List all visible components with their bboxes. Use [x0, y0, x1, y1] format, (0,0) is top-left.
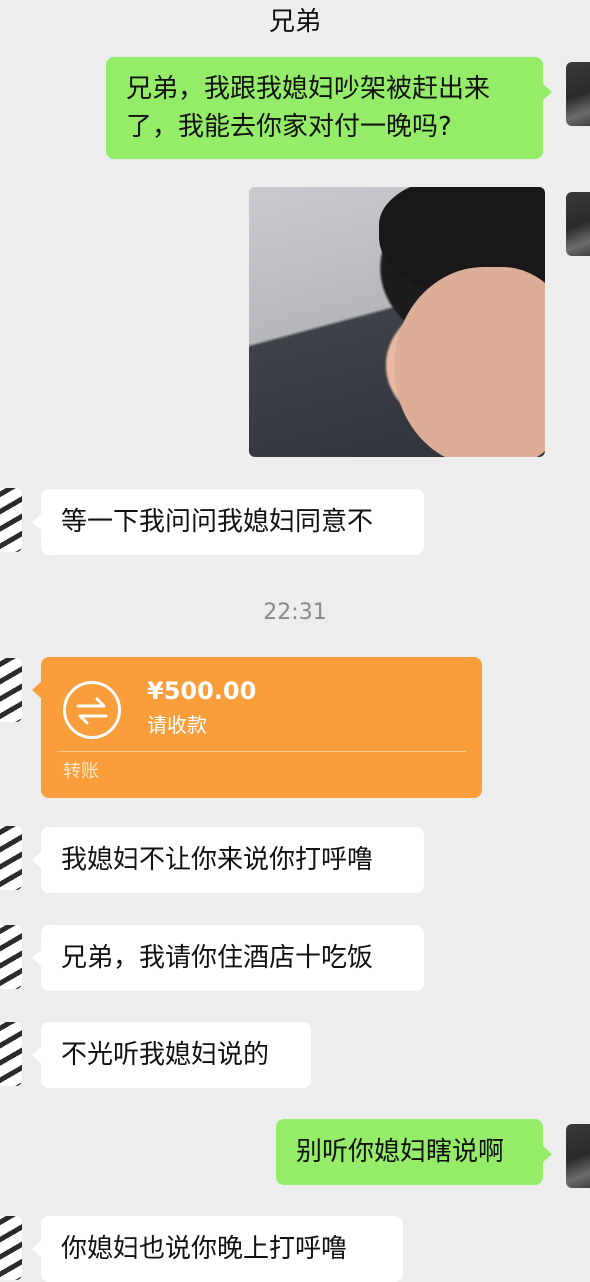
- transfer-icon: [63, 681, 121, 739]
- friend-avatar[interactable]: [0, 1216, 22, 1280]
- message-bubble-received[interactable]: 等一下我问问我媳妇同意不: [32, 489, 424, 555]
- message-text: 兄弟，我跟我媳妇吵架被赶出来了，我能去你家对付一晚吗?: [126, 74, 491, 142]
- message-bubble-received[interactable]: 兄弟，我请你住酒店十吃饭: [32, 925, 424, 991]
- friend-avatar[interactable]: [0, 1022, 22, 1086]
- transfer-amount: ¥500.00: [147, 677, 257, 705]
- my-avatar[interactable]: [566, 1124, 590, 1188]
- message-bubble-received[interactable]: 你媳妇也说你晚上打呼噜: [32, 1216, 403, 1282]
- friend-avatar[interactable]: [0, 488, 22, 552]
- my-avatar[interactable]: [566, 62, 590, 126]
- transfer-type-label: 转账: [63, 761, 99, 782]
- message-text: 等一下我问问我媳妇同意不: [61, 507, 374, 537]
- transfer-card[interactable]: ¥500.00 请收款 转账: [32, 657, 482, 798]
- transfer-note: 请收款: [147, 713, 207, 737]
- message-bubble-received[interactable]: 不光听我媳妇说的: [32, 1022, 311, 1088]
- sent-photo[interactable]: [249, 187, 545, 457]
- message-bubble-received[interactable]: 我媳妇不让你来说你打呼噜: [32, 827, 424, 893]
- message-bubble-sent[interactable]: 别听你媳妇瞎说啊: [276, 1119, 552, 1185]
- friend-avatar[interactable]: [0, 658, 22, 722]
- timestamp: 22:31: [263, 600, 327, 625]
- message-bubble-sent[interactable]: 兄弟，我跟我媳妇吵架被赶出来了，我能去你家对付一晚吗?: [106, 57, 552, 159]
- friend-avatar[interactable]: [0, 826, 22, 890]
- friend-avatar[interactable]: [0, 925, 22, 989]
- message-text: 不光听我媳妇说的: [61, 1040, 270, 1070]
- message-text: 别听你媳妇瞎说啊: [296, 1137, 505, 1167]
- message-text: 你媳妇也说你晚上打呼噜: [61, 1234, 348, 1264]
- chat-title: 兄弟: [268, 7, 321, 37]
- message-text: 我媳妇不让你来说你打呼噜: [61, 845, 374, 875]
- transfer-divider: [57, 751, 466, 752]
- message-text: 兄弟，我请你住酒店十吃饭: [61, 943, 374, 973]
- my-avatar[interactable]: [566, 192, 590, 256]
